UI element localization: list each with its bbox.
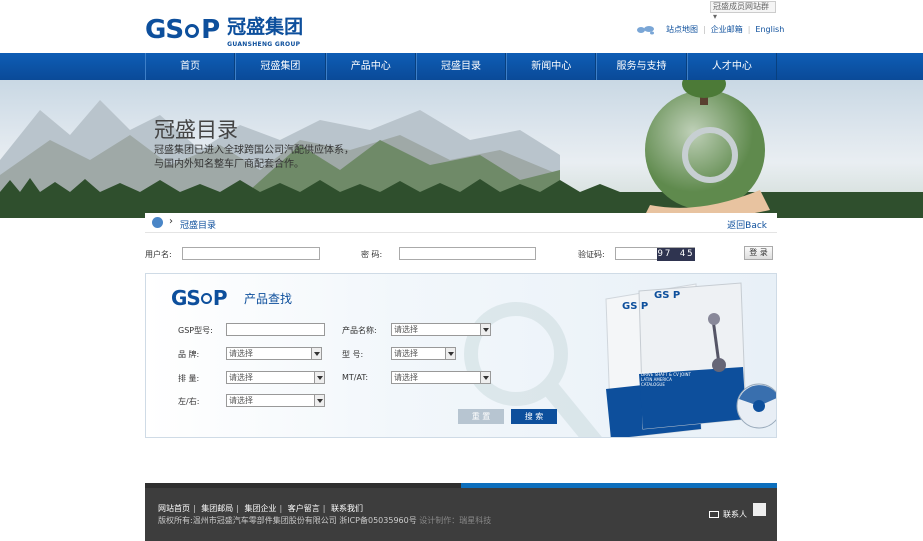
product-name-label: 产品名称:: [342, 326, 377, 335]
username-input[interactable]: [182, 247, 320, 260]
chevron-down-icon: [445, 348, 455, 359]
captcha-label: 验证码:: [578, 250, 605, 259]
displacement-select[interactable]: 请选择: [226, 371, 325, 384]
logo-cn-text: 冠盛集团: [227, 16, 304, 38]
chevron-down-icon: [314, 372, 324, 383]
banner-landscape: [0, 80, 923, 218]
nav-products[interactable]: 产品中心: [325, 53, 416, 80]
statistics-icon[interactable]: [753, 503, 766, 516]
nav-home[interactable]: 首页: [145, 53, 236, 80]
displacement-label: 排 量:: [178, 374, 200, 383]
chevron-down-icon: [311, 348, 321, 359]
main-nav: 首页 冠盛集团 产品中心 冠盛目录 新闻中心 服务与支持 人才中心: [0, 53, 923, 80]
nav-group[interactable]: 冠盛集团: [235, 53, 326, 80]
catalog-front-logo: GS P: [654, 290, 681, 301]
captcha-image[interactable]: 97 45: [657, 248, 695, 261]
mtat-select[interactable]: 请选择: [391, 371, 491, 384]
nav-service[interactable]: 服务与支持: [596, 53, 687, 80]
side-label: 左/右:: [178, 397, 200, 406]
model-select[interactable]: 请选择: [391, 347, 456, 360]
product-search-panel: GS P 产品查找 GSP型号: 产品名称: 请选择 品 牌: 请选择 型 号: …: [145, 273, 777, 438]
member-site-select[interactable]: 冠盛成员网站群 ▾: [710, 1, 776, 21]
english-link[interactable]: English: [755, 25, 784, 34]
footer-link-contact[interactable]: 联系我们: [331, 504, 363, 513]
world-map-icon: [637, 25, 654, 34]
brand-label: 品 牌:: [178, 350, 200, 359]
banner: 冠盛目录 冠盛集团已进入全球跨国公司汽配供应体系， 与国内外知名整车厂商配套合作…: [0, 80, 923, 218]
footer-link-feedback[interactable]: 客户留言: [288, 504, 320, 513]
model-label: 型 号:: [342, 350, 364, 359]
breadcrumb: › 冠盛目录 返回Back: [145, 213, 777, 233]
search-logo: GS P: [171, 286, 227, 310]
search-title: 产品查找: [244, 292, 293, 306]
chevron-right-icon: ›: [169, 216, 173, 227]
chevron-down-icon: [480, 324, 490, 335]
reset-button[interactable]: 重 置: [458, 409, 504, 424]
chevron-down-icon: [480, 372, 490, 383]
banner-title: 冠盛目录: [154, 118, 238, 142]
gsp-model-input[interactable]: [226, 323, 325, 336]
brand-select[interactable]: 请选择: [226, 347, 322, 360]
search-button[interactable]: 搜 索: [511, 409, 557, 424]
logo-mark: GS P: [145, 15, 220, 45]
product-name-select[interactable]: 请选择: [391, 323, 491, 336]
password-input[interactable]: [399, 247, 536, 260]
nav-news[interactable]: 新闻中心: [506, 53, 597, 80]
nav-catalog[interactable]: 冠盛目录: [415, 53, 507, 80]
login-row: 用户名: 密 码: 验证码: 97 45 登 录: [145, 246, 777, 262]
copyright: 版权所有:温州市冠盛汽车零部件集团股份有限公司 浙ICP备05035960号 设…: [158, 516, 492, 525]
contact-person-link[interactable]: 联系人: [709, 509, 747, 520]
top-links: 站点地图 | 企业邮箱 | English: [636, 24, 784, 35]
footer-links: 网站首页 | 集团邮局 | 集团企业 | 客户留言 | 联系我们: [158, 504, 363, 513]
login-button[interactable]: 登 录: [744, 246, 773, 260]
footer-link-companies[interactable]: 集团企业: [245, 504, 277, 513]
design-credit[interactable]: 设计制作：瑞星科技: [419, 516, 491, 525]
logo-en-text: GUANSHENG GROUP: [227, 41, 301, 48]
header: GS P 冠盛集团 GUANSHENG GROUP 冠盛成员网站群 ▾ 站点地图 …: [0, 0, 923, 52]
footer-link-home[interactable]: 网站首页: [158, 504, 190, 513]
banner-description: 冠盛集团已进入全球跨国公司汽配供应体系， 与国内外知名整车厂商配套合作。: [154, 145, 354, 170]
catalog-back-logo: GS P: [622, 301, 649, 312]
breadcrumb-current[interactable]: 冠盛目录: [180, 218, 216, 231]
gsp-model-label: GSP型号:: [178, 326, 213, 335]
footer-link-mail[interactable]: 集团邮局: [201, 504, 233, 513]
footer: 网站首页 | 集团邮局 | 集团企业 | 客户留言 | 联系我们 版权所有:温州市冠盛汽…: [145, 483, 777, 541]
side-select[interactable]: 请选择: [226, 394, 325, 407]
envelope-icon: [709, 511, 719, 518]
username-label: 用户名:: [145, 250, 172, 259]
back-link[interactable]: 返回Back: [727, 218, 767, 231]
sitemap-link[interactable]: 站点地图: [666, 24, 698, 35]
nav-careers[interactable]: 人才中心: [686, 53, 777, 80]
password-label: 密 码:: [361, 250, 383, 259]
company-logo[interactable]: GS P 冠盛集团 GUANSHENG GROUP: [145, 12, 303, 48]
chevron-down-icon: [314, 395, 324, 406]
footer-accent-bar: [145, 483, 777, 488]
home-icon[interactable]: [152, 217, 163, 228]
enterprise-mail-link[interactable]: 企业邮箱: [711, 24, 743, 35]
catalog-cover-text: DRIVE SHAFT & CV JOINT LATIN AMERICA CAT…: [641, 372, 691, 387]
mtat-label: MT/AT:: [342, 373, 369, 382]
